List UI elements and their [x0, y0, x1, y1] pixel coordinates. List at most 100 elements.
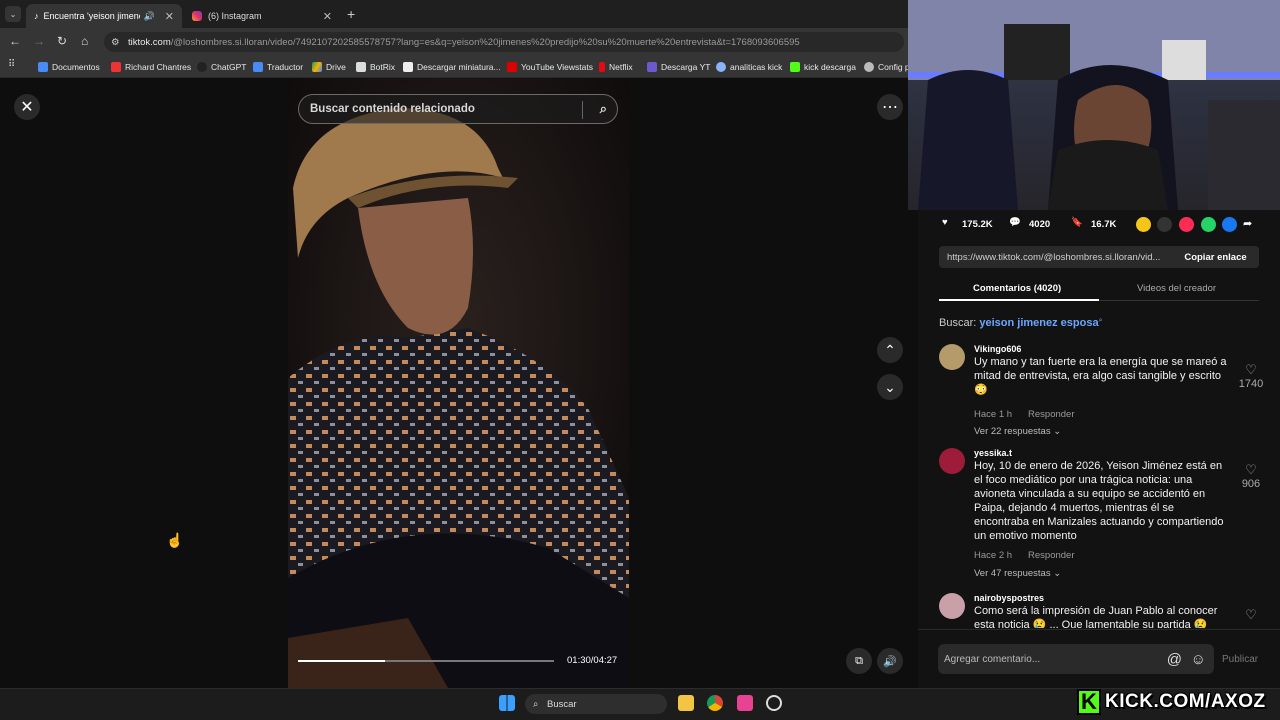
- emoji-icon[interactable]: ☺: [1191, 651, 1206, 668]
- avatar[interactable]: [939, 593, 965, 619]
- more-options-icon[interactable]: ⋯: [877, 94, 903, 120]
- analytics-icon: [716, 62, 726, 72]
- bookmarks-bar: ⠿ Documentos Richard Chantres ChatGPT Tr…: [0, 56, 910, 78]
- comment-like-button[interactable]: ♡ 906: [1237, 462, 1265, 490]
- tab-comments[interactable]: Comentarios (4020): [973, 283, 1061, 294]
- share-icon[interactable]: ➦: [1243, 217, 1258, 232]
- bookmark-chatgpt[interactable]: ChatGPT: [197, 60, 246, 74]
- bookmark-kick-descarga[interactable]: kick descarga: [790, 60, 856, 74]
- send-icon[interactable]: [1179, 217, 1194, 232]
- bookmark-richard[interactable]: Richard Chantres: [111, 60, 191, 74]
- taskbar-search[interactable]: ⌕ Buscar: [525, 694, 667, 714]
- mention-icon[interactable]: @: [1167, 651, 1182, 668]
- url-host: tiktok.com: [128, 36, 171, 48]
- list-item: nairobyspostres Como será la impresión d…: [939, 593, 1264, 628]
- comment-meta: Hace 2 h Responder: [974, 550, 1075, 561]
- search-icon[interactable]: ⌕: [600, 101, 607, 117]
- tab-bar: ⌄ ♪ Encuentra 'yeison jimenes p 🔊 ✕ (6) …: [0, 0, 908, 28]
- bookmark-botrix[interactable]: BotRix: [356, 60, 395, 74]
- netflix-icon: [599, 62, 605, 72]
- kick-watermark-text: KICK.COM/AXOZ: [1105, 691, 1266, 712]
- avatar[interactable]: [939, 448, 965, 474]
- facebook-icon[interactable]: [1222, 217, 1237, 232]
- copy-link-button[interactable]: Copiar enlace: [1172, 246, 1259, 268]
- drive-icon: [312, 62, 322, 72]
- embed-icon[interactable]: [1157, 217, 1172, 232]
- comment-like-button[interactable]: ♡: [1237, 607, 1265, 623]
- bookmark-documentos[interactable]: Documentos: [38, 60, 100, 74]
- kick-logo-icon: K: [1077, 689, 1101, 715]
- bookmark-descargar-miniatura[interactable]: Descargar miniatura...: [403, 60, 501, 74]
- docs-icon: [38, 62, 48, 72]
- related-search-input[interactable]: Buscar contenido relacionado ⌕: [298, 94, 618, 124]
- close-icon[interactable]: ✕: [14, 94, 40, 120]
- comment-username[interactable]: nairobyspostres: [974, 593, 1044, 603]
- view-replies-button[interactable]: Ver 47 respuestas ⌄: [974, 568, 1061, 579]
- bookmark-descarga-yt[interactable]: Descarga YT: [647, 60, 710, 74]
- previous-video-icon[interactable]: ⌃: [877, 337, 903, 363]
- next-video-icon[interactable]: ⌄: [877, 374, 903, 400]
- like-button[interactable]: ♥ 175.2K: [942, 217, 993, 231]
- windows-start-icon[interactable]: [499, 695, 515, 711]
- back-icon[interactable]: ←: [9, 34, 21, 48]
- tab-creator-videos[interactable]: Videos del creador: [1137, 283, 1216, 294]
- reply-button[interactable]: Responder: [1028, 409, 1074, 420]
- url-field[interactable]: ⚙ tiktok.com/@loshombres.si.lloran/video…: [104, 32, 904, 52]
- bookmark-config[interactable]: Config p: [864, 60, 910, 74]
- tab-instagram[interactable]: (6) Instagram ✕: [184, 4, 340, 28]
- chrome-icon[interactable]: [707, 695, 723, 711]
- comment-like-button[interactable]: ♡ 1740: [1237, 362, 1265, 390]
- home-icon[interactable]: ⌂: [81, 34, 88, 48]
- list-item: Vikingo606 Uy mano y tan fuerte era la e…: [939, 344, 1264, 439]
- comment-input[interactable]: Agregar comentario... @ ☺: [938, 644, 1214, 674]
- publish-button[interactable]: Publicar: [1222, 654, 1258, 665]
- app-icon[interactable]: [737, 695, 753, 711]
- comment-divider: [918, 629, 1280, 630]
- bookmark-viewstats[interactable]: YouTube Viewstats: [507, 60, 593, 74]
- bookmark-drive[interactable]: Drive: [312, 60, 346, 74]
- forward-icon[interactable]: →: [33, 34, 45, 48]
- webcam-frame: [908, 0, 1280, 210]
- viewstats-icon: [507, 62, 517, 72]
- bookmark-traductor[interactable]: Traductor: [253, 60, 303, 74]
- volume-icon[interactable]: 🔊: [877, 648, 903, 674]
- search-term[interactable]: yeison jimenez esposa: [979, 317, 1098, 329]
- apps-icon[interactable]: ⠿: [8, 59, 15, 70]
- tab-tiktok[interactable]: ♪ Encuentra 'yeison jimenes p 🔊 ✕: [26, 4, 182, 28]
- bookmark-analiticas-kick[interactable]: analiticas kick: [716, 60, 782, 74]
- whatsapp-icon[interactable]: [1201, 217, 1216, 232]
- comment-username[interactable]: yessika.t: [974, 448, 1012, 458]
- save-button[interactable]: 🔖 16.7K: [1071, 217, 1116, 231]
- tab-list-button[interactable]: ⌄: [5, 6, 21, 22]
- comment-text: Como será la impresión de Juan Pablo al …: [974, 605, 1218, 628]
- comment-username[interactable]: Vikingo606: [974, 344, 1021, 354]
- site-info-icon[interactable]: ⚙: [111, 37, 120, 48]
- chatgpt-icon: [197, 62, 207, 72]
- search-icon: ⌕: [533, 698, 539, 710]
- video-player[interactable]: [288, 78, 629, 688]
- speaker-icon[interactable]: 🔊: [144, 11, 155, 22]
- reply-button[interactable]: Responder: [1028, 550, 1074, 561]
- close-tab-icon[interactable]: ✕: [323, 10, 332, 23]
- comment-count[interactable]: 💬 4020: [1009, 217, 1050, 231]
- view-replies-button[interactable]: Ver 22 respuestas ⌄: [974, 426, 1061, 437]
- video-progress-bar[interactable]: [298, 660, 554, 662]
- search-suggestion[interactable]: Buscar: yeison jimenez esposa⌕: [939, 317, 1103, 329]
- download-icon: [647, 62, 657, 72]
- new-tab-icon[interactable]: +: [347, 6, 355, 22]
- comment-icon: 💬: [1009, 217, 1021, 228]
- mouse-cursor-icon: ☝: [166, 532, 184, 548]
- pip-icon[interactable]: ⧉: [846, 648, 872, 674]
- comment-text: Hoy, 10 de enero de 2026, Yeison Jiménez…: [974, 460, 1224, 542]
- translate-icon: [253, 62, 263, 72]
- bookmark-netflix[interactable]: Netflix: [599, 60, 633, 74]
- file-explorer-icon[interactable]: [678, 695, 694, 711]
- coin-icon[interactable]: [1136, 217, 1151, 232]
- comment-meta: Hace 1 h Responder: [974, 409, 1075, 420]
- close-tab-icon[interactable]: ✕: [165, 10, 174, 23]
- gear-icon: [864, 62, 874, 72]
- app-icon[interactable]: [766, 695, 782, 711]
- instagram-icon: [192, 11, 202, 21]
- reload-icon[interactable]: ↻: [57, 34, 67, 48]
- avatar[interactable]: [939, 344, 965, 370]
